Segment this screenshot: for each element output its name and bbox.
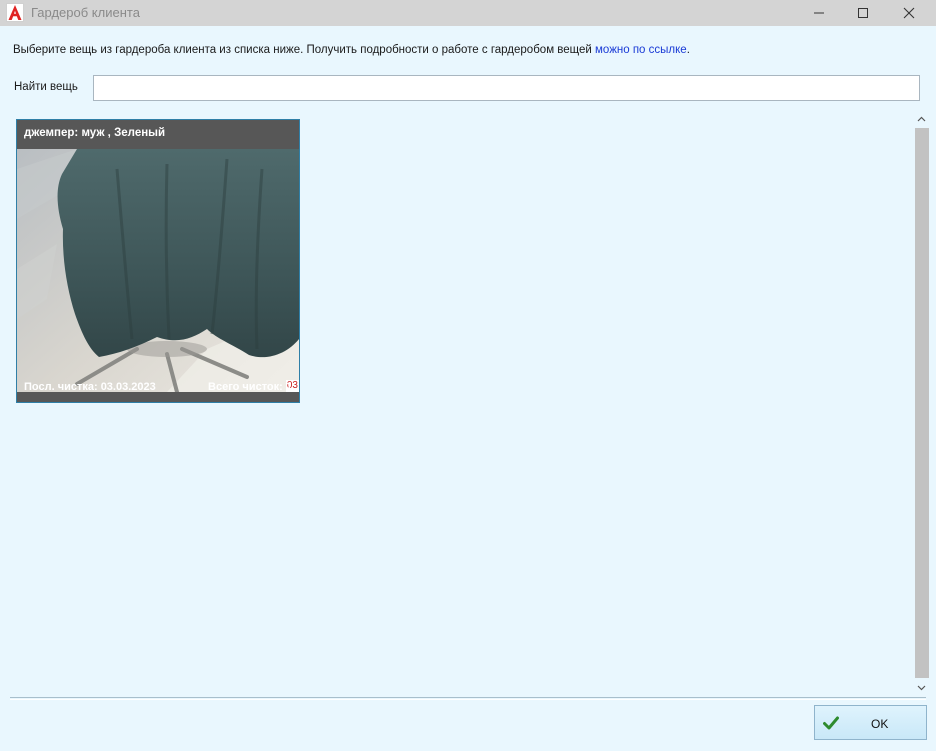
- chevron-up-icon: [917, 116, 926, 122]
- instruction-body: Выберите вещь из гардероба клиента из сп…: [13, 44, 596, 56]
- instruction-tail: .: [686, 44, 690, 56]
- footer-separator: [10, 697, 926, 700]
- chevron-down-icon: [917, 685, 926, 691]
- wardrobe-item-card[interactable]: джемпер: муж , Зеленый 03 Посл. чистка: …: [16, 119, 300, 403]
- minimize-icon: [814, 12, 824, 14]
- ok-button[interactable]: OK: [814, 705, 927, 740]
- ok-label: OK: [871, 717, 889, 731]
- minimize-button[interactable]: [796, 0, 842, 26]
- close-button[interactable]: [886, 0, 932, 26]
- help-link[interactable]: можно по ссылке: [595, 44, 687, 56]
- vertical-scrollbar[interactable]: [913, 111, 930, 696]
- scroll-down-button[interactable]: [913, 680, 930, 696]
- close-icon: [903, 7, 915, 19]
- maximize-icon: [858, 8, 868, 18]
- total-cleanings: Всего чисток: 1: [208, 381, 292, 393]
- scroll-up-button[interactable]: [913, 111, 930, 127]
- title-bar: Гардероб клиента: [0, 0, 936, 26]
- item-title: джемпер: муж , Зеленый: [24, 127, 166, 139]
- item-photo: 03: [17, 149, 299, 392]
- last-cleaning-date: Посл. чистка: 03.03.2023: [24, 381, 156, 393]
- scroll-thumb[interactable]: [915, 128, 929, 678]
- app-logo-icon: [6, 3, 24, 22]
- search-input[interactable]: [93, 75, 920, 101]
- check-icon: [823, 716, 839, 730]
- window-title: Гардероб клиента: [31, 5, 140, 20]
- instruction-text: Выберите вещь из гардероба клиента из сп…: [13, 44, 690, 56]
- maximize-button[interactable]: [840, 0, 886, 26]
- search-label: Найти вещь: [14, 81, 78, 93]
